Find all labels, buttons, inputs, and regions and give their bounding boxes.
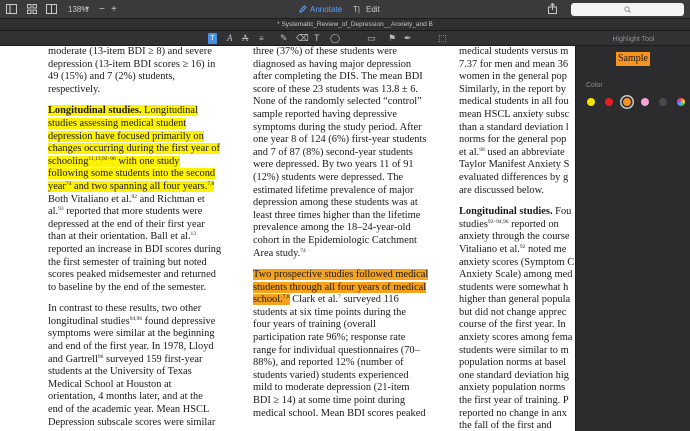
stamp-icon[interactable]: ⚑ [388,33,396,44]
color-label: Color [586,82,603,89]
zoom-in-button[interactable]: + [111,0,117,19]
grid-view-icon[interactable] [27,4,37,14]
annotate-pen-icon[interactable] [299,5,307,13]
highlight-sample: Sample [616,52,650,66]
color-swatch-red[interactable] [605,98,613,106]
eraser-icon[interactable]: ⌫ [296,33,309,44]
text-style-icon[interactable]: A [227,33,233,44]
zoom-dropdown-icon[interactable]: ▾ [86,0,89,19]
color-swatch-orange[interactable] [623,98,631,106]
search-icon [624,6,631,13]
note-icon[interactable]: ▭ [367,33,376,44]
paragraph: moderate (13-item BDI ≥ 8) and severe de… [48,46,216,95]
paragraph: In contrast to these results, two other … [48,303,216,428]
color-swatch-custom[interactable] [677,98,685,106]
edit-mode-tab[interactable]: Edit [366,0,380,19]
text-column-3: medical students versus m 7.37 for men a… [459,46,575,431]
highlighted-paragraph: Two prospective studies followed medical… [253,269,429,419]
annotate-mode-tab[interactable]: Annotate [310,0,342,19]
text-box-icon[interactable]: T [314,33,320,44]
highlight-tool-panel: Highlight Tool Sample Color [575,36,690,431]
pdf-page[interactable]: moderate (13-item BDI ≥ 8) and severe de… [0,46,575,431]
zoom-out-button[interactable]: − [99,0,105,19]
paragraph: Longitudinal studies. Fou studies92–94,9… [459,206,575,431]
sidebar-toggle-icon[interactable] [6,4,17,14]
text-column-1: moderate (13-item BDI ≥ 8) and severe de… [48,46,238,431]
color-swatch-pink[interactable] [641,98,649,106]
document-tab-title[interactable]: * Systematic_Review_of_Depression__Anxie… [200,19,510,31]
page-layout-icon[interactable] [46,4,57,14]
color-swatch-yellow[interactable] [587,98,595,106]
highlighted-paragraph: Longitudinal studies. Longitudinal studi… [48,105,222,293]
pencil-icon[interactable]: ✎ [280,33,288,44]
signature-icon[interactable]: ✒ [404,33,412,44]
search-input[interactable] [571,3,684,16]
paragraph: medical students versus m 7.37 for men a… [459,46,570,196]
strikethrough-icon[interactable]: A [242,33,249,44]
color-swatch-gray[interactable] [659,98,667,106]
paragraph: three (37%) of these students were diagn… [253,46,427,259]
document-tab-bar: * Systematic_Review_of_Depression__Anxie… [0,19,690,31]
panel-title: Highlight Tool [612,36,655,43]
edit-text-icon[interactable]: T| [353,0,360,19]
highlight-tool-button[interactable]: T [208,33,217,44]
underline-icon[interactable]: ≡ [259,33,264,44]
share-icon[interactable] [548,3,557,14]
shape-icon[interactable]: ◯ [330,33,340,44]
crop-icon[interactable]: ⬚ [438,33,447,44]
main-toolbar: 138% ▾ − + Annotate T| Edit [0,0,690,19]
text-column-2: three (37%) of these students were diagn… [253,46,443,429]
